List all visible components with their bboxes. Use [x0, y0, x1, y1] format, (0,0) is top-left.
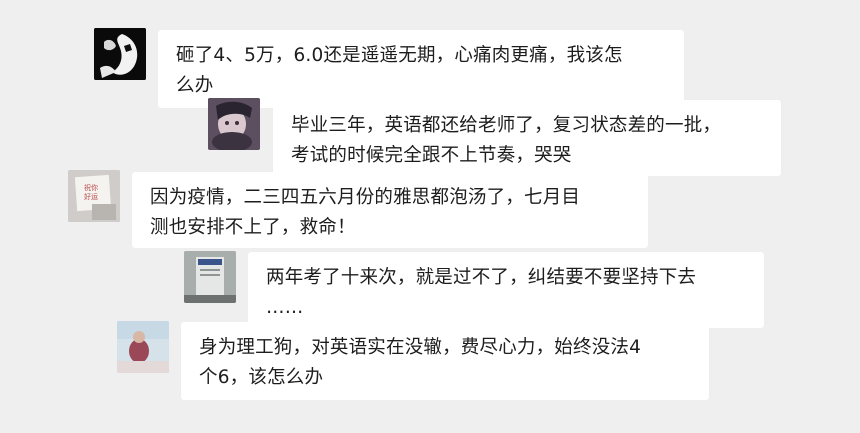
message-text: 砸了4、5万，6.0还是遥遥无期，心痛肉更痛，我该怎 么办 — [176, 45, 623, 96]
message-text: 因为疫情，二三四五六月份的雅思都泡汤了，七月目 测也安排不上了，救命！ — [150, 187, 581, 238]
avatar-note-text: 好运 — [84, 192, 98, 201]
note-card-avatar[interactable]: 祝你 好运 — [68, 170, 120, 222]
chat-screenshot: 砸了4、5万，6.0还是遥遥无期，心痛肉更痛，我该怎 么办 毕业三年，英语都还给… — [0, 0, 860, 433]
message-bubble: 因为疫情，二三四五六月份的雅思都泡汤了，七月目 测也安排不上了，救命！ — [132, 172, 648, 248]
message-text: 两年考了十来次，就是过不了，纠结要不要坚持下去 …… — [266, 267, 697, 318]
photo-art-icon — [117, 321, 169, 373]
message-bubble: 毕业三年，英语都还给老师了，复习状态差的一批， 考试的时候完全跟不上节奏，哭哭 — [273, 100, 781, 176]
message-bubble: 砸了4、5万，6.0还是遥遥无期，心痛肉更痛，我该怎 么办 — [158, 30, 684, 108]
message-bubble: 身为理工狗，对英语实在没辙，费尽心力，始终没法4 个6，该怎么办 — [181, 322, 709, 400]
avatar-note-text: 祝你 — [84, 183, 98, 192]
note-card-art-icon: 祝你 好运 — [68, 170, 120, 222]
photo-avatar[interactable] — [117, 321, 169, 373]
message-text: 毕业三年，英语都还给老师了，复习状态差的一批， 考试的时候完全跟不上节奏，哭哭 — [291, 115, 722, 166]
sketch-art-icon — [94, 28, 146, 80]
portrait-art-icon — [208, 98, 260, 150]
message-text: 身为理工狗，对英语实在没辙，费尽心力，始终没法4 个6，该怎么办 — [199, 337, 642, 388]
black-and-white-sketch-avatar[interactable] — [94, 28, 146, 80]
message-bubble: 两年考了十来次，就是过不了，纠结要不要坚持下去 …… — [248, 252, 764, 328]
door-sign-art-icon — [184, 251, 236, 303]
dark-portrait-avatar[interactable] — [208, 98, 260, 150]
door-sign-avatar[interactable] — [184, 251, 236, 303]
